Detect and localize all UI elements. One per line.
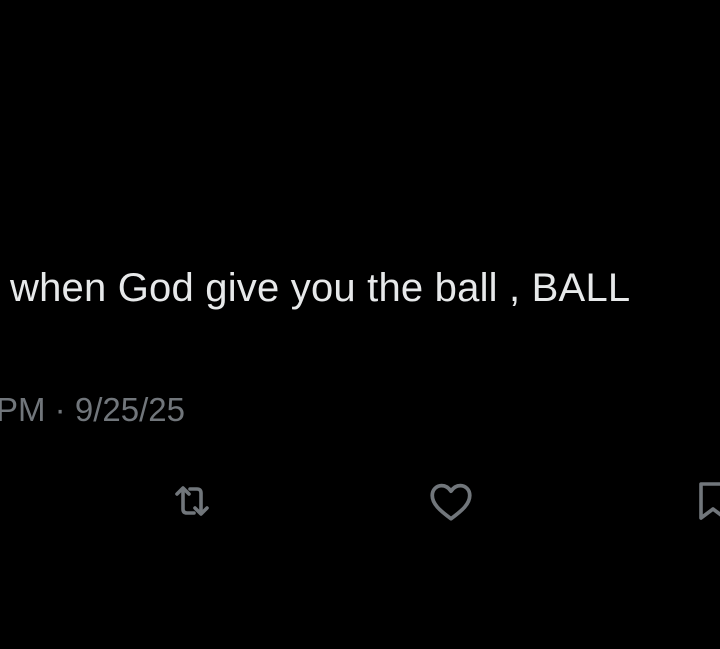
bookmark-button[interactable] <box>686 474 720 528</box>
retweet-icon <box>175 486 209 516</box>
bookmark-icon <box>699 482 720 520</box>
timestamp-separator: · <box>54 391 66 428</box>
tweet-timestamp[interactable]: PM · 9/25/25 <box>0 388 185 432</box>
timestamp-date: 9/25/25 <box>74 391 185 428</box>
heart-icon <box>430 483 472 521</box>
timestamp-time: PM <box>0 391 46 428</box>
like-button[interactable] <box>424 474 478 528</box>
tweet-detail: when God give you the ball , BALL PM · 9… <box>0 0 720 649</box>
tweet-text: when God give you the ball , BALL <box>10 266 631 310</box>
retweet-button[interactable] <box>165 474 219 528</box>
